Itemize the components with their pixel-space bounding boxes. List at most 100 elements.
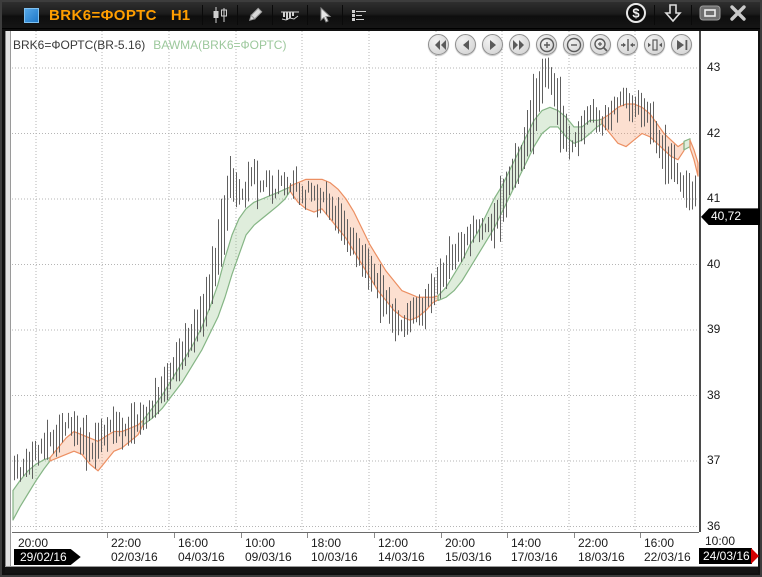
close-icon	[729, 4, 747, 27]
last-price-marker: 40,72	[701, 208, 760, 225]
time-label: 16:00	[178, 536, 208, 550]
restore-button[interactable]	[696, 3, 724, 27]
zoom-out-button[interactable]	[563, 34, 584, 55]
date-label: 22/03/16	[644, 550, 691, 564]
window-controls: $	[622, 3, 752, 27]
go-to-end-icon	[673, 36, 691, 54]
time-label: 14:00	[511, 536, 541, 550]
chart-window: BRK6=ФОРТС H1 $ BRK6=ФОРТС(BR-5.16) BAWMA…	[0, 0, 762, 577]
fast-backward-button[interactable]	[428, 34, 449, 55]
time-label: 22:00	[111, 536, 141, 550]
svg-text:$: $	[632, 5, 640, 20]
time-label: 12:00	[378, 536, 408, 550]
expand-horizontal-button[interactable]	[644, 34, 665, 55]
time-tick-mark	[307, 533, 308, 538]
fast-forward-icon	[511, 36, 529, 54]
cursor-pointer-button[interactable]	[312, 4, 338, 26]
time-tick-mark	[241, 533, 242, 538]
zoom-out-icon	[565, 36, 583, 54]
time-label: 16:00	[644, 536, 674, 550]
toolbar-separator	[237, 5, 238, 25]
expand-horizontal-icon	[646, 36, 664, 54]
compress-horizontal-button[interactable]	[617, 34, 638, 55]
zoom-region-icon	[592, 36, 610, 54]
date-label: 02/03/16	[111, 550, 158, 564]
toolbar-separator	[307, 5, 308, 25]
fast-forward-button[interactable]	[509, 34, 530, 55]
start-date-marker: 29/02/16	[14, 549, 81, 565]
chart-legend: BRK6=ФОРТС(BR-5.16) BAWMA(BRK6=ФОРТС)	[13, 38, 286, 52]
toolbar-separator	[272, 5, 273, 25]
time-tick-mark	[374, 533, 375, 538]
end-date-arrow-icon	[751, 548, 759, 564]
date-label: 15/03/16	[445, 550, 492, 564]
step-forward-button[interactable]	[482, 34, 503, 55]
price-tick-label: 42	[707, 126, 720, 140]
volume-profile-icon	[350, 7, 370, 23]
restore-icon	[699, 4, 721, 27]
toolbar-separator	[654, 5, 655, 25]
zoom-in-button[interactable]	[536, 34, 557, 55]
download-arrow-icon	[664, 3, 682, 28]
bottom-frame	[5, 566, 758, 573]
date-label: 10/03/16	[311, 550, 358, 564]
time-label: 22:00	[578, 536, 608, 550]
time-axis: 20:0029/02/1622:0002/03/1616:0004/03/161…	[12, 532, 699, 566]
volume-profile-button[interactable]	[347, 4, 373, 26]
time-tick-mark	[574, 533, 575, 538]
indicator-chart-icon	[280, 7, 300, 23]
time-tick-mark	[640, 533, 641, 538]
date-label: 17/03/16	[511, 550, 558, 564]
download-arrow-button[interactable]	[659, 3, 687, 27]
date-label: 04/03/16	[178, 550, 225, 564]
candlestick-chart-icon	[211, 7, 229, 23]
go-to-end-button[interactable]	[671, 34, 692, 55]
cursor-pointer-icon	[317, 7, 333, 24]
price-chart-svg	[12, 31, 699, 532]
price-tick-label: 39	[707, 322, 720, 336]
step-backward-icon	[457, 36, 475, 54]
time-label: 20:00	[18, 536, 48, 550]
chart-panel: BRK6=ФОРТС(BR-5.16) BAWMA(BRK6=ФОРТС) 40,…	[5, 31, 758, 573]
close-button[interactable]	[724, 3, 752, 27]
candlestick-chart-button[interactable]	[207, 4, 233, 26]
legend-instrument: BRK6=ФОРТС(BR-5.16)	[13, 38, 145, 52]
legend-indicator: BAWMA(BRK6=ФОРТС)	[153, 38, 286, 52]
time-tick-mark	[507, 533, 508, 538]
time-label: 10:00	[245, 536, 275, 550]
pencil-draw-icon	[246, 7, 264, 23]
toolbar-separator	[342, 5, 343, 25]
date-label: 14/03/16	[378, 550, 425, 564]
title-bar: BRK6=ФОРТС H1 $	[2, 2, 760, 29]
zoom-in-icon	[538, 36, 556, 54]
toolbar-separator	[202, 5, 203, 25]
date-label: 09/03/16	[245, 550, 292, 564]
chart-nav-toolbar	[428, 34, 716, 55]
window-icon	[24, 8, 39, 23]
indicator-chart-button[interactable]	[277, 4, 303, 26]
chart-plot[interactable]	[12, 31, 699, 532]
time-tick-mark	[441, 533, 442, 538]
price-tick-label: 40	[707, 257, 720, 271]
date-label: 18/03/16	[578, 550, 625, 564]
end-date-marker: 24/03/16	[699, 548, 752, 564]
price-axis: 40,72 4342414039383736	[699, 31, 758, 532]
step-forward-icon	[484, 36, 502, 54]
price-tick-label: 41	[707, 191, 720, 205]
end-time-label: 10:00	[705, 534, 735, 548]
panel-splitter[interactable]	[5, 31, 11, 573]
time-label: 20:00	[445, 536, 475, 550]
pencil-draw-button[interactable]	[242, 4, 268, 26]
toolbar-separator	[691, 5, 692, 25]
time-tick-mark	[174, 533, 175, 538]
time-tick-mark	[107, 533, 108, 538]
dollar-button[interactable]: $	[622, 3, 650, 27]
time-label: 18:00	[311, 536, 341, 550]
step-backward-button[interactable]	[455, 34, 476, 55]
time-axis-corner: 10:00 24/03/16	[699, 532, 758, 566]
fast-backward-icon	[430, 36, 448, 54]
price-tick-label: 37	[707, 453, 720, 467]
price-tick-label: 43	[707, 60, 720, 74]
price-tick-label: 36	[707, 519, 720, 533]
zoom-region-button[interactable]	[590, 34, 611, 55]
